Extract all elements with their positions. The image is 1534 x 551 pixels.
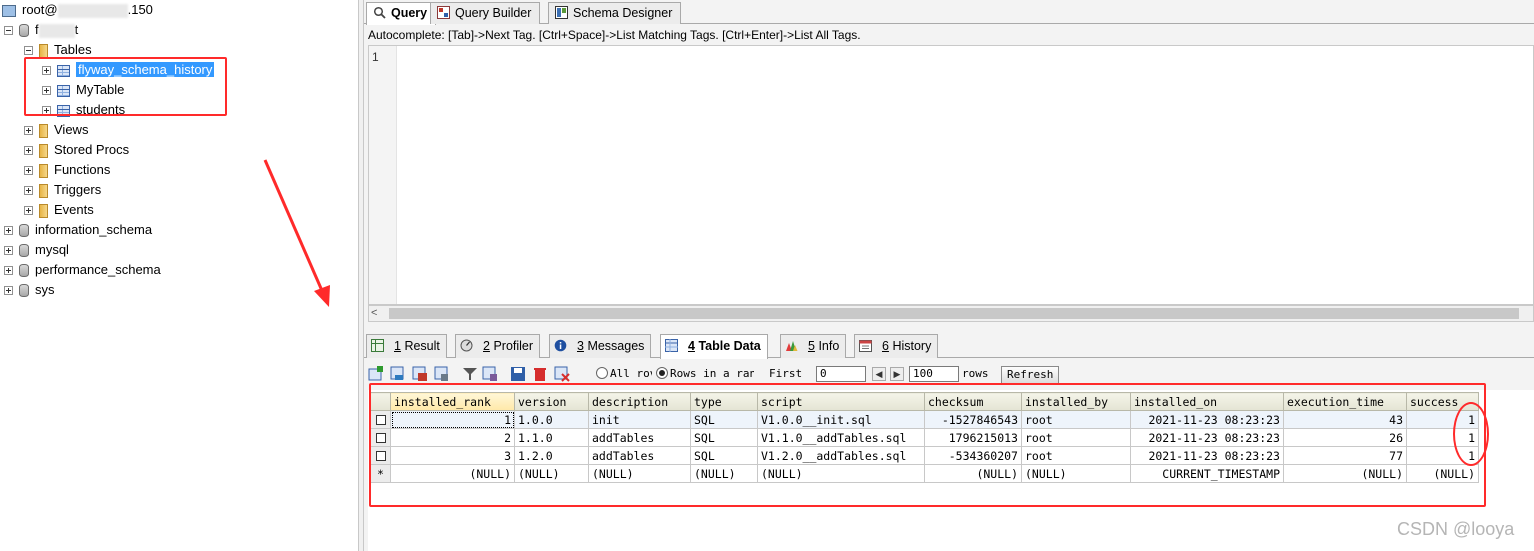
sql-editor[interactable]: 1 (368, 45, 1534, 305)
save-changes-icon[interactable] (412, 366, 428, 382)
filter-icon[interactable] (462, 366, 478, 382)
delete-all-icon[interactable] (554, 366, 570, 382)
result-tabs: 1 Result 2 Profiler 3 Messages 4 Table D… (364, 331, 1534, 359)
folder-icon (39, 203, 48, 218)
tree-triggers-folder[interactable]: Triggers (24, 180, 101, 200)
tree-database-main[interactable]: ft (4, 20, 78, 40)
rows-in-range-radio[interactable] (656, 367, 668, 379)
redacted-dbname (38, 23, 75, 38)
tree-events-folder[interactable]: Events (24, 200, 94, 220)
scrollbar-thumb[interactable] (389, 308, 1519, 319)
database-icon (19, 24, 29, 38)
insert-row-icon[interactable] (368, 366, 384, 382)
tree-database[interactable]: mysql (4, 240, 69, 260)
annotation-arrow (263, 159, 330, 307)
horizontal-scrollbar[interactable]: < (368, 305, 1534, 322)
rows-in-range-label: Rows in a rang (670, 367, 754, 380)
tab-query[interactable]: Query (366, 2, 437, 25)
line-number: 1 (372, 50, 379, 64)
tree-database[interactable]: performance_schema (4, 260, 161, 280)
prev-page-icon[interactable]: ◀ (872, 367, 886, 381)
folder-icon (39, 183, 48, 198)
expand-icon[interactable] (4, 266, 13, 276)
rows-count-input[interactable]: 100 (909, 366, 959, 382)
expand-icon[interactable] (24, 146, 33, 156)
sort-icon[interactable] (482, 366, 498, 382)
query-builder-icon (437, 6, 450, 19)
table-data-icon (665, 339, 678, 352)
expand-icon[interactable] (4, 246, 13, 256)
next-page-icon[interactable]: ▶ (890, 367, 904, 381)
tab-table-data[interactable]: 4 Table Data (660, 334, 768, 359)
annotation-box-grid (369, 383, 1486, 507)
schema-designer-icon (555, 6, 568, 19)
database-icon (19, 224, 29, 238)
folder-icon (39, 123, 48, 138)
annotation-box-tables (24, 57, 227, 116)
tab-profiler[interactable]: 2 Profiler (455, 334, 541, 358)
redacted-host (57, 3, 128, 18)
expand-icon[interactable] (24, 206, 33, 216)
first-label: First (769, 367, 803, 380)
cancel-changes-icon[interactable] (434, 366, 450, 382)
expand-icon[interactable] (24, 186, 33, 196)
tree-views-folder[interactable]: Views (24, 120, 88, 140)
all-rows-label: All rov (610, 367, 652, 380)
first-row-input[interactable]: 0 (816, 366, 866, 382)
autocomplete-hint: Autocomplete: [Tab]->Next Tag. [Ctrl+Spa… (368, 28, 861, 42)
tab-query-builder[interactable]: Query Builder (430, 2, 541, 24)
expand-icon[interactable] (24, 126, 33, 136)
tab-history[interactable]: 6 History (854, 334, 939, 358)
tree-database[interactable]: information_schema (4, 220, 152, 240)
server-icon (2, 4, 16, 17)
all-rows-radio[interactable] (596, 367, 608, 379)
tab-messages[interactable]: 3 Messages (549, 334, 652, 358)
database-icon (19, 284, 29, 298)
messages-icon (554, 339, 567, 352)
info-icon (786, 341, 798, 351)
tree-procs-folder[interactable]: Stored Procs (24, 140, 129, 160)
collapse-icon[interactable] (4, 26, 13, 36)
tab-result[interactable]: 1 Result (366, 334, 447, 358)
folder-icon (39, 163, 48, 178)
tree-server[interactable]: root@ .150 (2, 0, 153, 20)
expand-icon[interactable] (4, 226, 13, 236)
history-icon (859, 340, 872, 352)
folder-icon (39, 43, 48, 58)
result-grid-icon (371, 339, 384, 352)
collapse-icon[interactable] (24, 46, 33, 56)
refresh-button[interactable]: Refresh (1001, 366, 1060, 384)
annotation-ellipse-success (1453, 402, 1489, 466)
query-tabs: Query Query Builder Schema Designer (364, 0, 1534, 25)
expand-icon[interactable] (4, 286, 13, 296)
tree-database[interactable]: sys (4, 280, 55, 300)
profiler-icon (460, 339, 473, 352)
tree-functions-folder[interactable]: Functions (24, 160, 110, 180)
line-gutter: 1 (369, 46, 397, 304)
scroll-left-icon[interactable]: < (371, 307, 377, 319)
rows-label: rows (962, 367, 989, 380)
database-icon (19, 244, 29, 258)
save-icon[interactable] (510, 366, 526, 382)
tab-schema-designer[interactable]: Schema Designer (548, 2, 682, 24)
watermark: CSDN @looya (1397, 519, 1515, 539)
query-icon (373, 6, 386, 19)
delete-icon[interactable] (532, 366, 548, 382)
database-icon (19, 264, 29, 278)
folder-icon (39, 143, 48, 158)
tab-info[interactable]: 5 Info (780, 334, 847, 358)
duplicate-row-icon[interactable] (390, 366, 406, 382)
expand-icon[interactable] (24, 166, 33, 176)
